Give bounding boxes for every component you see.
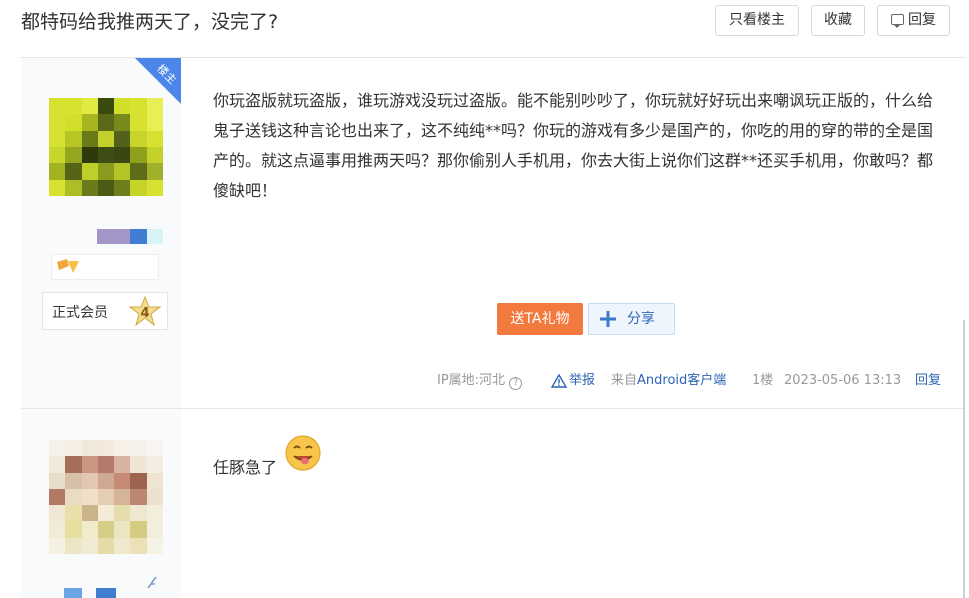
floor-divider (21, 408, 965, 409)
help-icon[interactable]: ? (509, 377, 523, 390)
op-badge-text: 楼主 (154, 61, 180, 87)
avatar[interactable] (49, 440, 163, 554)
scrollbar[interactable] (963, 320, 965, 598)
profile-color-strip (64, 588, 134, 598)
report-link[interactable]: 举报 (569, 371, 595, 391)
reply-thread-button[interactable]: 回复 (877, 5, 950, 36)
avatar[interactable] (49, 98, 163, 196)
share-label: 分享 (627, 311, 655, 327)
reply-icon (891, 14, 904, 28)
member-level: 4 (140, 306, 149, 321)
floor-number: 1楼 (752, 373, 774, 388)
member-badge[interactable]: 正式会员 4 (42, 292, 168, 330)
send-gift-button[interactable]: 送TA礼物 (497, 303, 583, 335)
source-prefix: 来自 (611, 373, 638, 388)
thread-header: 都特码给我推两天了，没完了? 只看楼主 收藏 回复 (0, 0, 969, 46)
thread-title: 都特码给我推两天了，没完了? (21, 11, 279, 33)
share-button[interactable]: 分享 (588, 303, 675, 335)
only-op-button[interactable]: 只看楼主 (715, 5, 799, 36)
reply-thread-label: 回复 (908, 12, 936, 28)
feather-icon (147, 576, 157, 589)
ip-location: IP属地:河北 ? (437, 371, 523, 391)
profile-color-strip (97, 229, 163, 244)
drooling-face-icon (285, 435, 321, 471)
plus-icon (600, 311, 616, 327)
favorite-button[interactable]: 收藏 (811, 5, 865, 36)
post-timestamp: 2023-05-06 13:13 (784, 373, 902, 388)
flag-icon (57, 259, 79, 273)
level-star-icon: 4 (129, 296, 161, 326)
post-content: 任豚急了 (213, 458, 278, 477)
post-source: 来自Android客户端 (611, 371, 726, 391)
warning-icon (551, 374, 567, 388)
ip-label: IP属地:河北 (437, 373, 506, 388)
reply-link[interactable]: 回复 (915, 371, 941, 391)
post-content: 你玩盗版就玩盗版，谁玩游戏没玩过盗版。能不能别吵吵了，你玩就好好玩出来嘲讽玩正版… (213, 91, 934, 200)
member-label: 正式会员 (52, 305, 108, 321)
source-client-link[interactable]: Android客户端 (637, 373, 726, 388)
